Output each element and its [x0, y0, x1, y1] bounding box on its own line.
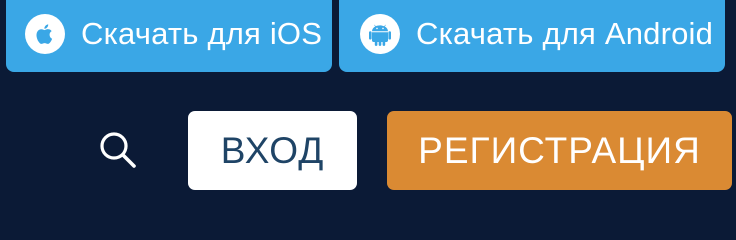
download-android-button[interactable]: Скачать для Android	[339, 0, 725, 72]
android-icon	[360, 14, 400, 54]
download-ios-button[interactable]: Скачать для iOS	[6, 0, 332, 72]
download-android-label: Скачать для Android	[416, 16, 714, 51]
login-label: ВХОД	[220, 129, 325, 171]
register-button[interactable]: РЕГИСТРАЦИЯ	[387, 111, 732, 190]
apple-icon	[25, 14, 65, 54]
register-label: РЕГИСТРАЦИЯ	[418, 129, 701, 171]
login-button[interactable]: ВХОД	[188, 111, 357, 190]
download-ios-label: Скачать для iOS	[81, 16, 323, 51]
search-icon[interactable]	[96, 128, 142, 174]
app-download-bar: Скачать для iOS Скачать для Android	[0, 0, 736, 76]
